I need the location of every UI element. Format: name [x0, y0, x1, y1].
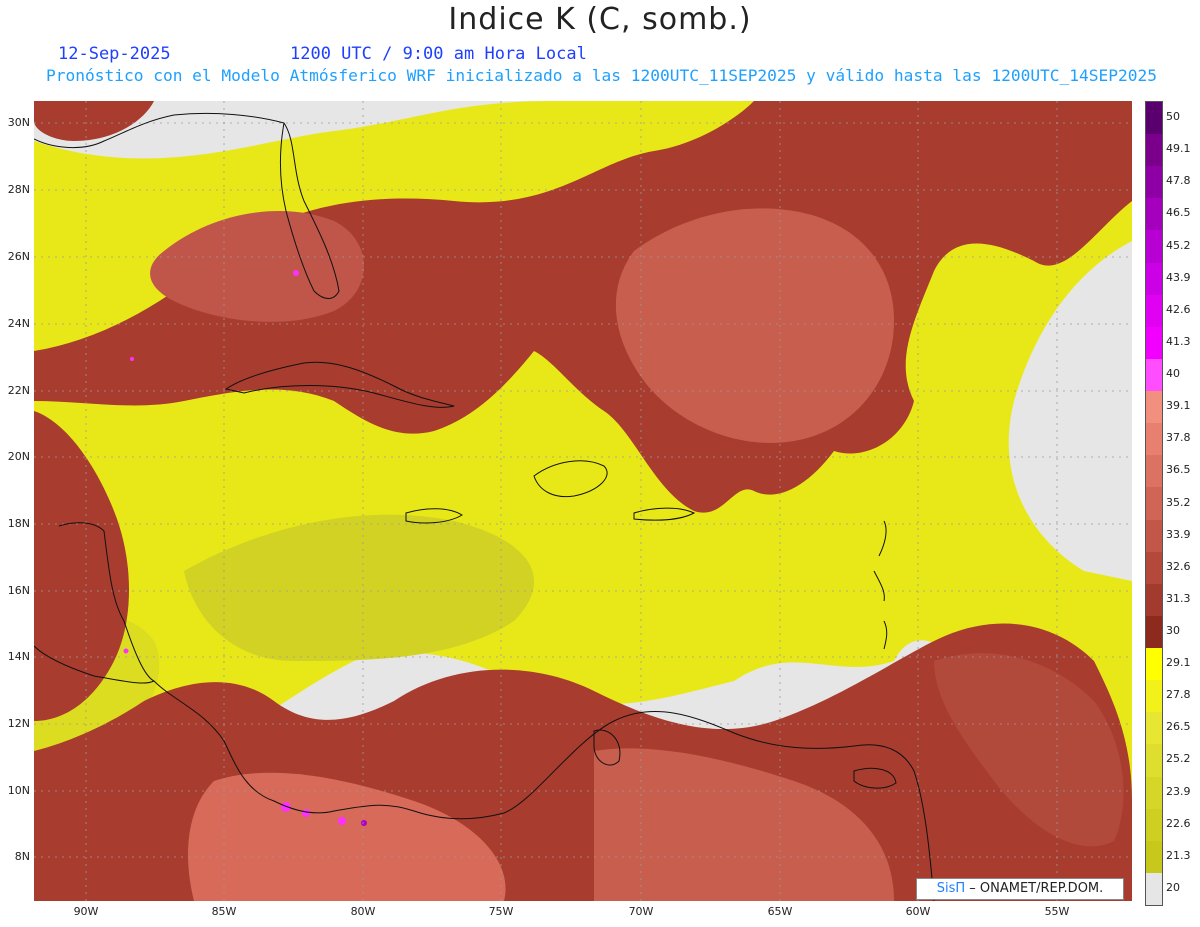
colorbar-segment	[1146, 230, 1162, 264]
lon-label: 85W	[211, 905, 237, 918]
lat-label: 12N	[7, 717, 30, 730]
lat-label: 24N	[7, 317, 30, 330]
colorbar-label: 39.1	[1166, 399, 1191, 413]
map-title: Indice K (C, somb.)	[448, 2, 752, 37]
lon-label: 90W	[73, 905, 99, 918]
colorbar-segment	[1146, 198, 1162, 231]
colorbar-segment	[1146, 744, 1162, 777]
forecast-date: 12-Sep-2025	[58, 44, 171, 64]
colorbar-label: 32.6	[1166, 559, 1191, 573]
colorbar-label: 49.1	[1166, 142, 1191, 156]
colorbar-segment	[1146, 166, 1162, 199]
credit-brand: SisΠ	[936, 881, 966, 896]
colorbar-segment	[1146, 808, 1162, 842]
colorbar-segment	[1146, 358, 1162, 392]
colorbar-segment	[1146, 615, 1162, 649]
colorbar-label: 50	[1166, 110, 1180, 124]
lon-label: 60W	[905, 905, 931, 918]
forecast-time: 1200 UTC / 9:00 am Hora Local	[290, 44, 587, 64]
colorbar-segment	[1146, 648, 1162, 681]
k-index-map	[34, 101, 1132, 901]
colorbar-segment	[1146, 519, 1162, 553]
colorbar-label: 41.3	[1166, 334, 1191, 348]
colorbar-label: 36.5	[1166, 463, 1191, 477]
lat-label: 28N	[7, 183, 30, 196]
colorbar-label: 47.8	[1166, 174, 1191, 188]
colorbar-label: 40	[1166, 367, 1180, 381]
colorbar-segment	[1146, 487, 1162, 521]
colorbar-label: 42.6	[1166, 302, 1191, 316]
lon-label: 65W	[767, 905, 793, 918]
forecast-description: Pronóstico con el Modelo Atmósferico WRF…	[46, 66, 1158, 85]
colorbar-label: 45.2	[1166, 238, 1191, 252]
colorbar-label: 20	[1166, 880, 1180, 894]
colorbar	[1145, 101, 1163, 906]
lat-label: 22N	[7, 384, 30, 397]
colorbar-segment	[1146, 134, 1162, 167]
colorbar-segment	[1146, 776, 1162, 810]
lat-label: 16N	[7, 584, 30, 597]
colorbar-segment	[1146, 294, 1162, 328]
colorbar-label: 23.9	[1166, 784, 1191, 798]
colorbar-segment	[1146, 551, 1162, 585]
colorbar-label: 37.8	[1166, 431, 1191, 445]
colorbar-label: 29.1	[1166, 656, 1191, 670]
colorbar-label: 43.9	[1166, 270, 1191, 284]
map-area	[34, 101, 1132, 901]
colorbar-segment	[1146, 455, 1162, 488]
lon-label: 75W	[488, 905, 514, 918]
colorbar-segment	[1146, 262, 1162, 296]
colorbar-label: 31.3	[1166, 591, 1191, 605]
colorbar-label: 30	[1166, 623, 1180, 637]
colorbar-label: 33.9	[1166, 527, 1191, 541]
lat-label: 10N	[7, 784, 30, 797]
colorbar-segment	[1146, 872, 1162, 906]
credit-box: SisΠ – ONAMET/REP.DOM.	[916, 878, 1124, 900]
lat-label: 26N	[7, 250, 30, 263]
lat-label: 18N	[7, 517, 30, 530]
lon-label: 55W	[1044, 905, 1070, 918]
colorbar-segment	[1146, 423, 1162, 456]
colorbar-label: 21.3	[1166, 848, 1191, 862]
lon-label: 80W	[350, 905, 376, 918]
lon-label: 70W	[628, 905, 654, 918]
colorbar-segment	[1146, 583, 1162, 617]
colorbar-segment	[1146, 712, 1162, 745]
colorbar-label: 25.2	[1166, 752, 1191, 766]
colorbar-segment	[1146, 391, 1162, 424]
colorbar-segment	[1146, 102, 1162, 135]
colorbar-segment	[1146, 680, 1162, 713]
colorbar-segment	[1146, 840, 1162, 874]
colorbar-label: 35.2	[1166, 495, 1191, 509]
colorbar-label: 27.8	[1166, 688, 1191, 702]
lat-label: 8N	[14, 850, 30, 863]
colorbar-label: 22.6	[1166, 816, 1191, 830]
colorbar-label: 26.5	[1166, 720, 1191, 734]
colorbar-label: 46.5	[1166, 206, 1191, 220]
lat-label: 14N	[7, 650, 30, 663]
colorbar-segment	[1146, 326, 1162, 360]
credit-text: – ONAMET/REP.DOM.	[965, 881, 1104, 896]
lat-label: 20N	[7, 450, 30, 463]
lat-label: 30N	[7, 116, 30, 129]
